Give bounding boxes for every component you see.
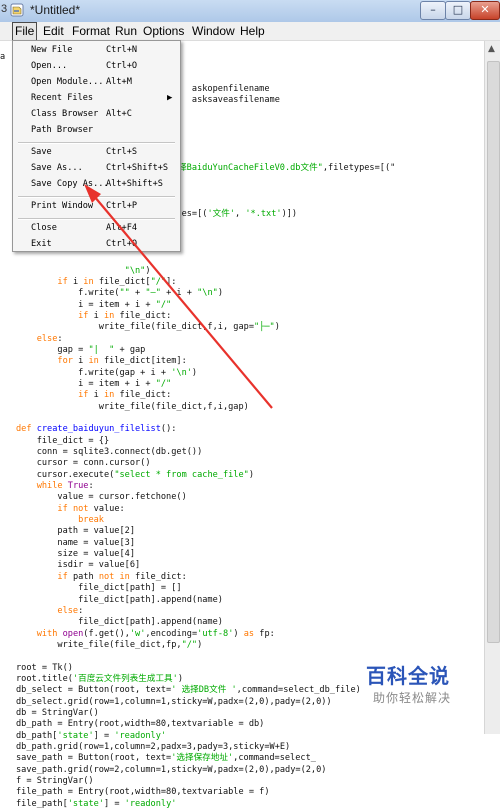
code-line: file_path = Entry(root,width=80,textvari…	[16, 787, 270, 798]
watermark-logo: 百科全说 助你轻松解决	[366, 660, 462, 706]
watermark-subtitle: 助你轻松解决	[373, 691, 452, 705]
code-line: save_path.grid(row=2,column=1,sticky=W,p…	[16, 764, 327, 775]
code-line: save_path = Button(root, text='选择保存地址',c…	[16, 753, 316, 764]
code-line: db_path.grid(row=1,column=2,padx=3,pady=…	[16, 741, 291, 752]
code-line: file_path['state'] = 'readonly'	[16, 798, 177, 809]
annotation-arrow-icon	[84, 184, 273, 409]
code-line: f = StringVar()	[16, 776, 94, 786]
watermark-title: 百科全说	[366, 664, 450, 688]
